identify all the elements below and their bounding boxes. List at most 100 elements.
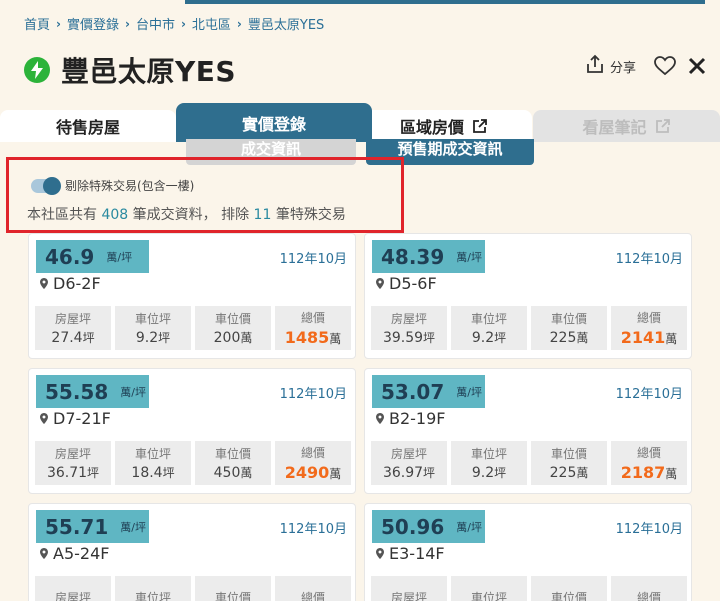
stat-label: 車位坪 bbox=[134, 590, 171, 601]
heart-icon[interactable] bbox=[654, 56, 676, 76]
unit-price-badge: 53.07 萬/坪 bbox=[372, 375, 485, 408]
unit-floor: D5-6F bbox=[376, 274, 437, 293]
toggle-label: 剔除特殊交易(包含一樓) bbox=[65, 179, 195, 193]
breadcrumb-community[interactable]: 豐邑太原YES bbox=[248, 14, 324, 33]
tab-for-sale[interactable]: 待售房屋 bbox=[0, 110, 176, 142]
unit-price-unit: 萬/坪 bbox=[456, 520, 482, 534]
share-button[interactable]: 分享 bbox=[586, 54, 636, 78]
stat-parking-price: 車位價 200萬 bbox=[195, 306, 271, 350]
tab-label: 區域房價 bbox=[399, 118, 464, 137]
stat-value: 1485 bbox=[284, 328, 330, 347]
location-pin-icon bbox=[40, 548, 48, 559]
stat-parking-price: 車位價 bbox=[531, 576, 607, 601]
unit-price: 55.71 bbox=[45, 514, 109, 539]
subtab-label: 預售期成交資訊 bbox=[397, 140, 503, 158]
stat-label: 車位坪 bbox=[134, 447, 171, 461]
tab-area-price[interactable]: 區域房價 bbox=[356, 110, 532, 142]
stat-area: 房屋坪 bbox=[35, 576, 111, 601]
stat-value: 36.97 bbox=[382, 465, 424, 481]
unit-price: 53.07 bbox=[381, 379, 445, 404]
stat-unit: 萬 bbox=[329, 467, 342, 481]
listing-card[interactable]: 48.39 萬/坪 112年10月 D5-6F 房屋坪 39.59坪 車位坪 9.2… bbox=[364, 233, 692, 359]
exclude-special-toggle-row[interactable]: 剔除特殊交易(包含一樓) bbox=[31, 176, 195, 195]
listing-card[interactable]: 50.96 萬/坪 112年10月 E3-14F 房屋坪 車位坪 車位價 總價 bbox=[364, 503, 692, 601]
header-actions: 分享 bbox=[586, 54, 706, 78]
stats-row: 房屋坪 39.59坪 車位坪 9.2坪 車位價 225萬 總價 2141萬 bbox=[371, 306, 691, 350]
stat-label: 車位價 bbox=[550, 312, 587, 326]
stat-unit: 坪 bbox=[82, 331, 95, 345]
breadcrumb-city[interactable]: 台中市 bbox=[136, 14, 175, 33]
stat-parking-price: 車位價 225萬 bbox=[531, 306, 607, 350]
stat-label: 車位坪 bbox=[134, 312, 171, 326]
stat-unit: 萬 bbox=[665, 332, 678, 346]
chevron-right-icon: › bbox=[124, 16, 130, 31]
stat-value: 200 bbox=[213, 330, 241, 346]
stat-unit: 萬 bbox=[665, 467, 678, 481]
share-icon bbox=[586, 54, 604, 78]
floor-label: D5-6F bbox=[389, 274, 437, 293]
stat-unit: 坪 bbox=[423, 331, 436, 345]
stat-label: 車位價 bbox=[214, 312, 251, 326]
listing-card[interactable]: 55.71 萬/坪 112年10月 A5-24F 房屋坪 車位坪 車位價 總價 bbox=[28, 503, 356, 601]
stat-label: 車位坪 bbox=[470, 590, 507, 601]
stats-row: 房屋坪 36.97坪 車位坪 9.2坪 車位價 225萬 總價 2187萬 bbox=[371, 441, 691, 485]
total-count: 408 bbox=[101, 207, 129, 223]
stat-label: 房屋坪 bbox=[390, 312, 427, 326]
stat-unit: 萬 bbox=[329, 332, 342, 346]
stat-parking-area: 車位坪 18.4坪 bbox=[115, 441, 191, 485]
unit-price-badge: 48.39 萬/坪 bbox=[372, 240, 485, 273]
tab-price-registry[interactable]: 實價登錄 bbox=[176, 103, 372, 142]
breadcrumb-district[interactable]: 北屯區 bbox=[192, 14, 231, 33]
exclude-special-toggle[interactable] bbox=[31, 176, 61, 195]
stat-label: 房屋坪 bbox=[390, 447, 427, 461]
stat-value: 450 bbox=[213, 465, 241, 481]
subtab-label: 成交資訊 bbox=[240, 140, 301, 158]
external-link-icon bbox=[472, 118, 488, 134]
stat-unit: 萬 bbox=[240, 331, 253, 345]
floor-label: E3-14F bbox=[389, 544, 445, 563]
stat-label: 車位價 bbox=[214, 590, 251, 601]
stat-parking-price: 車位價 bbox=[195, 576, 271, 601]
tab-viewing-notes[interactable]: 看屋筆記 bbox=[533, 110, 720, 142]
unit-floor: A5-24F bbox=[40, 544, 109, 563]
breadcrumb-home[interactable]: 首頁 bbox=[24, 14, 50, 33]
breadcrumb: 首頁 › 實價登錄 › 台中市 › 北屯區 › 豐邑太原YES bbox=[24, 14, 324, 34]
external-link-icon bbox=[655, 118, 671, 134]
breadcrumb-price-registry[interactable]: 實價登錄 bbox=[67, 14, 119, 33]
stat-unit: 坪 bbox=[494, 466, 507, 480]
summary-middle: 筆成交資料， 排除 bbox=[132, 207, 250, 223]
title-row: 豐邑太原YES bbox=[24, 50, 236, 90]
tab-label: 待售房屋 bbox=[55, 118, 120, 137]
stat-label: 總價 bbox=[300, 590, 325, 601]
stat-value: 9.2 bbox=[471, 330, 495, 346]
listing-card[interactable]: 55.58 萬/坪 112年10月 D7-21F 房屋坪 36.71坪 車位坪 18… bbox=[28, 368, 356, 494]
stat-label: 車位坪 bbox=[470, 312, 507, 326]
stat-parking-area: 車位坪 9.2坪 bbox=[451, 306, 527, 350]
unit-floor: E3-14F bbox=[376, 544, 445, 563]
stat-label: 車位價 bbox=[550, 590, 587, 601]
stat-parking-price: 車位價 450萬 bbox=[195, 441, 271, 485]
stat-total: 總價 bbox=[611, 576, 687, 601]
listing-card[interactable]: 53.07 萬/坪 112年10月 B2-19F 房屋坪 36.97坪 車位坪 9.… bbox=[364, 368, 692, 494]
stat-label: 車位價 bbox=[550, 447, 587, 461]
listing-card[interactable]: 46.9 萬/坪 112年10月 D6-2F 房屋坪 27.4坪 車位坪 9.2坪 … bbox=[28, 233, 356, 359]
close-icon[interactable] bbox=[688, 57, 706, 75]
stat-unit: 萬 bbox=[240, 466, 253, 480]
floor-label: B2-19F bbox=[389, 409, 446, 428]
stat-area: 房屋坪 36.97坪 bbox=[371, 441, 447, 485]
excluded-count: 11 bbox=[253, 207, 272, 223]
stat-label: 總價 bbox=[300, 311, 325, 325]
stat-label: 房屋坪 bbox=[54, 312, 91, 326]
stat-value: 2141 bbox=[620, 328, 666, 347]
unit-price-badge: 50.96 萬/坪 bbox=[372, 510, 485, 543]
transaction-date: 112年10月 bbox=[615, 252, 683, 267]
stat-area: 房屋坪 bbox=[371, 576, 447, 601]
unit-price-unit: 萬/坪 bbox=[456, 385, 482, 399]
summary-prefix: 本社區共有 bbox=[27, 207, 97, 223]
stats-row: 房屋坪 27.4坪 車位坪 9.2坪 車位價 200萬 總價 1485萬 bbox=[35, 306, 355, 350]
stat-unit: 坪 bbox=[162, 466, 175, 480]
stat-parking-area: 車位坪 bbox=[115, 576, 191, 601]
location-pin-icon bbox=[376, 278, 384, 289]
top-accent-bar bbox=[0, 0, 720, 6]
stat-label: 房屋坪 bbox=[54, 447, 91, 461]
